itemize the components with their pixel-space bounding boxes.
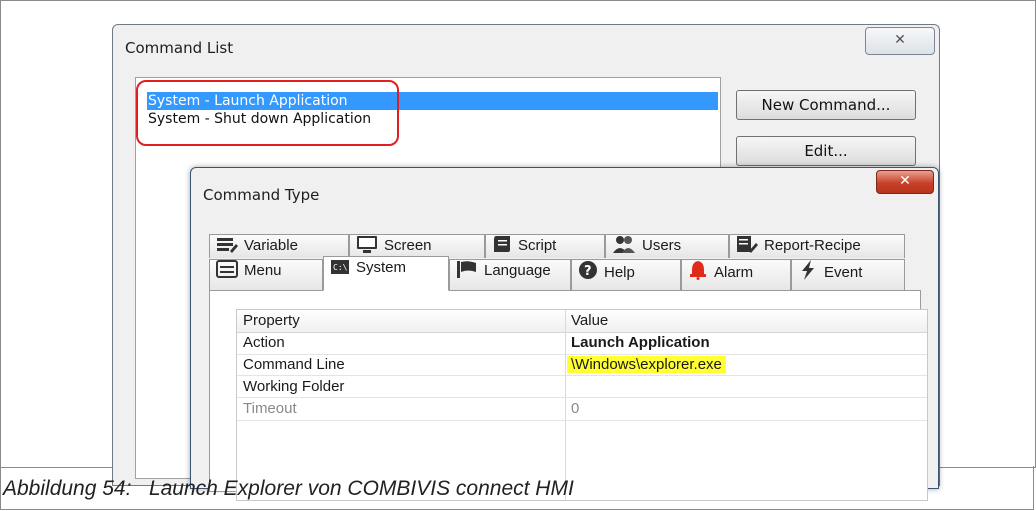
value-command-line[interactable]: \Windows\explorer.exe [567,354,726,375]
command-list-close-button[interactable]: ✕ [865,27,935,55]
close-icon: ✕ [899,173,911,189]
tab-report-recipe[interactable]: Report-Recipe [729,234,905,258]
highlighted-command-line: \Windows\explorer.exe [567,356,726,373]
command-type-close-button[interactable]: ✕ [876,170,934,194]
tab-language[interactable]: Language [449,259,571,291]
users-icon [613,236,635,253]
value-action[interactable]: Launch Application [571,332,710,353]
tab-screen[interactable]: Screen [349,234,485,258]
tab-alarm[interactable]: Alarm [681,259,791,291]
svg-text:?: ? [584,264,592,279]
screen-icon [357,236,377,253]
tab-help[interactable]: ? Help [571,259,681,291]
value-header: Value [571,312,609,329]
help-icon: ? [579,261,597,279]
tab-system[interactable]: C:\ System [323,256,449,291]
tab-menu[interactable]: Menu [209,259,323,291]
command-type-title: Command Type [203,186,320,204]
language-icon [457,261,476,278]
edit-button[interactable]: Edit... [736,136,916,166]
menu-icon [216,260,238,278]
script-icon [494,236,510,252]
figure-caption: Abbildung 54: Launch Explorer von COMBIV… [0,466,1034,510]
new-command-button[interactable]: New Command... [736,90,916,120]
row-divider [237,397,927,398]
tab-script[interactable]: Script [485,234,605,258]
command-list-title: Command List [125,39,234,57]
variable-icon [217,238,238,253]
value-timeout[interactable]: 0 [571,398,579,419]
tab-variable[interactable]: Variable [209,234,349,258]
system-tab-panel: Property Value Action Launch Application… [209,290,928,501]
tab-event[interactable]: Event [791,259,905,291]
value-working-folder[interactable] [571,376,911,397]
system-icon: C:\ [331,260,349,274]
property-header: Property [243,312,300,329]
property-working-folder: Working Folder [243,378,345,395]
command-type-dialog: Command Type ✕ Variable Screen Script Us… [190,167,939,501]
close-icon: ✕ [894,32,906,48]
row-divider [237,420,927,421]
annotation-highlight-box [136,80,399,146]
event-icon [802,260,814,280]
svg-text:C:\: C:\ [333,263,348,272]
report-recipe-icon [737,236,758,253]
tab-users[interactable]: Users [605,234,729,258]
property-action: Action [243,334,285,351]
property-timeout: Timeout [243,400,297,417]
alarm-icon [690,261,706,280]
property-command-line: Command Line [243,356,345,373]
figure-frame: Command List ✕ System - Launch Applicati… [0,0,1036,501]
